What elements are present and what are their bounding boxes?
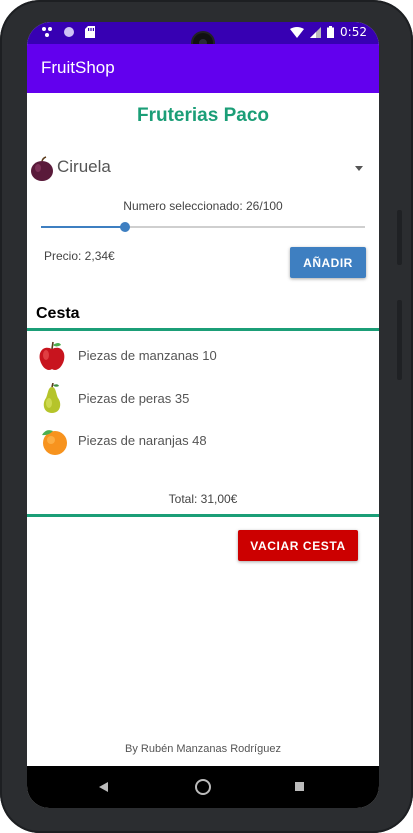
seekbar-thumb[interactable] xyxy=(120,222,131,232)
power-button xyxy=(397,300,402,380)
basket-item: Piezas de manzanas 10 xyxy=(27,336,379,376)
home-icon[interactable] xyxy=(195,779,211,795)
phone-frame: 0:52 FruitShop Fruterias Paco Ciruela Nu… xyxy=(0,0,413,833)
recents-icon[interactable] xyxy=(295,782,304,791)
orange-icon xyxy=(38,425,70,462)
empty-basket-button[interactable]: VACIAR CESTA xyxy=(238,530,358,561)
notification-icon xyxy=(42,27,52,37)
sync-icon xyxy=(64,27,74,37)
volume-button xyxy=(397,210,402,265)
app-title: FruitShop xyxy=(41,58,115,77)
battery-icon xyxy=(327,26,335,38)
pear-icon xyxy=(38,382,66,420)
apple-icon xyxy=(38,340,66,377)
back-icon[interactable] xyxy=(99,782,108,792)
sd-card-icon xyxy=(85,26,95,38)
dropdown-arrow-icon xyxy=(355,166,363,171)
signal-icon xyxy=(310,26,322,38)
app-bar: FruitShop xyxy=(27,44,379,93)
wifi-icon xyxy=(290,26,305,38)
status-time: 0:52 xyxy=(340,25,367,39)
basket-top-divider xyxy=(27,328,379,331)
footer-credit: By Rubén Manzanas Rodríguez xyxy=(125,743,281,755)
quantity-seekbar[interactable] xyxy=(41,222,365,232)
basket-bottom-divider xyxy=(27,514,379,517)
fruit-selector-value: Ciruela xyxy=(57,157,111,176)
basket-item: Piezas de naranjas 48 xyxy=(27,421,379,461)
fruit-selector[interactable]: Ciruela xyxy=(27,153,379,185)
basket-item-label: Piezas de peras 35 xyxy=(78,391,190,406)
screen: 0:52 FruitShop Fruterias Paco Ciruela Nu… xyxy=(27,22,379,808)
main-content: Fruterias Paco Ciruela Numero selecciona… xyxy=(27,93,379,766)
plum-icon xyxy=(29,156,55,187)
price-label: Precio: 2,34€ xyxy=(44,249,115,263)
seekbar-label: Numero seleccionado: 26/100 xyxy=(123,199,283,213)
basket-total: Total: 31,00€ xyxy=(168,492,238,506)
basket-item-label: Piezas de manzanas 10 xyxy=(78,348,217,363)
basket-item-label: Piezas de naranjas 48 xyxy=(78,433,207,448)
add-button[interactable]: AÑADIR xyxy=(290,247,366,278)
shop-title: Fruterias Paco xyxy=(137,105,269,126)
basket-item: Piezas de peras 35 xyxy=(27,379,379,419)
basket-title: Cesta xyxy=(36,305,80,322)
seekbar-progress xyxy=(41,226,126,228)
navigation-bar xyxy=(27,766,379,808)
